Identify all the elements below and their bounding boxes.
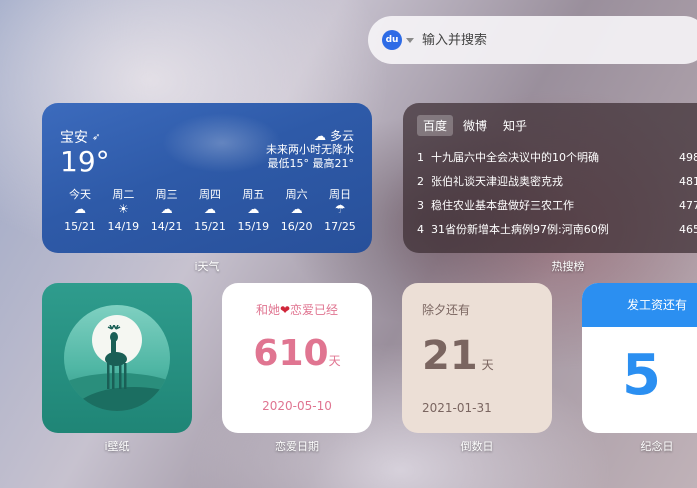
countdown-days-unit: 天 (481, 358, 494, 372)
countdown-days-number: 21 (422, 333, 478, 379)
heart-icon: ❤ (279, 303, 291, 317)
forecast-day: 周日 ☂ 17/25 (320, 186, 360, 238)
day-range: 15/19 (237, 220, 270, 233)
weather-card[interactable]: 宝安 ➶ 19° ☁ 多云 未来两小时无降水 最低15° 最高21° 今天 ☁ … (42, 103, 372, 253)
tab-baidu[interactable]: 百度 (417, 115, 454, 136)
hot-search-tabs: 百度 微博 知乎 (417, 115, 533, 136)
love-title-left: 和她 (255, 303, 280, 317)
moon-deer-illustration (64, 305, 170, 411)
wallpaper-card-label: i壁纸 (104, 440, 130, 453)
day-name: 周五 (242, 188, 265, 201)
forecast-day: 周五 ☁ 15/19 (233, 186, 273, 238)
countdown-target-date: 2021-01-31 (422, 401, 492, 415)
hot-title[interactable]: 稳住农业基本盘做好三农工作 (431, 197, 679, 213)
hot-search-list: 1 十九届六中全会决议中的10个明确 498.3 2 张伯礼谈天津迎战奥密克戎 … (417, 145, 697, 241)
hot-count: 498.3 (679, 150, 697, 164)
hot-search-card-label: 热搜榜 (551, 260, 585, 273)
hot-search-item[interactable]: 4 31省份新增本土病例97例:河南60例 465.8 (417, 217, 697, 241)
forecast-day: 周四 ☁ 15/21 (190, 186, 230, 238)
hot-title[interactable]: 十九届六中全会决议中的10个明确 (431, 149, 679, 165)
love-card-label: 恋爱日期 (275, 440, 319, 453)
payday-card-label: 纪念日 (640, 440, 674, 453)
wallpaper-card[interactable] (42, 283, 192, 433)
hot-search-item[interactable]: 3 稳住农业基本盘做好三农工作 477.5 (417, 193, 697, 217)
day-name: 周六 (285, 188, 308, 201)
deer-icon (105, 325, 127, 389)
hot-title[interactable]: 张伯礼谈天津迎战奥密克戎 (431, 173, 679, 189)
countdown-card-label: 倒数日 (460, 440, 494, 453)
location-arrow-icon: ➶ (92, 131, 101, 143)
forecast-day: 周二 ☀ 14/19 (103, 186, 143, 238)
love-start-date: 2020-05-10 (262, 399, 332, 413)
love-days-unit: 天 (328, 354, 341, 368)
hot-search-item[interactable]: 1 十九届六中全会决议中的10个明确 498.3 (417, 145, 697, 169)
hot-rank: 4 (417, 222, 424, 236)
hot-count: 481.2 (679, 174, 697, 188)
countdown-days-count: 21 天 (422, 333, 494, 379)
day-range: 15/21 (64, 220, 96, 233)
day-name: 周三 (155, 188, 178, 201)
forecast-day: 周六 ☁ 16/20 (277, 186, 317, 238)
day-name: 周二 (112, 188, 135, 201)
day-range: 15/21 (194, 220, 226, 233)
love-title-right: 恋爱已经 (290, 303, 339, 317)
baidu-logo-icon[interactable]: du (382, 30, 402, 50)
cloud-icon: ☁ (160, 202, 173, 216)
search-input[interactable] (422, 32, 662, 48)
hot-count: 477.5 (679, 198, 697, 212)
love-days-card[interactable]: 和她❤恋爱已经 610天 2020-05-10 (222, 283, 372, 433)
day-range: 17/25 (324, 220, 356, 233)
love-days-number: 610 (253, 333, 329, 374)
current-temperature: 19° (60, 145, 110, 178)
love-title: 和她❤恋爱已经 (222, 301, 372, 318)
hot-title[interactable]: 31省份新增本土病例97例:河南60例 (431, 221, 679, 237)
cloud-icon: ☁ (74, 202, 86, 216)
payday-days-number: 5 (622, 343, 661, 408)
day-name: 周日 (328, 188, 351, 201)
payday-title: 发工资还有 (582, 283, 697, 327)
sun-icon: ☀ (117, 202, 129, 216)
forecast-day: 今天 ☁ 15/21 (60, 186, 100, 238)
forecast-text: 未来两小时无降水 (266, 143, 354, 156)
weather-summary: 未来两小时无降水 最低15° 最高21° (266, 143, 354, 171)
city-name: 宝安 (60, 130, 88, 146)
condition-text: 多云 (329, 129, 354, 143)
weather-condition: ☁ 多云 (314, 127, 354, 144)
hot-rank: 1 (417, 150, 424, 164)
payday-card[interactable]: 发工资还有 5 (582, 283, 697, 433)
hot-rank: 3 (417, 198, 424, 212)
day-range: 16/20 (280, 220, 313, 233)
tab-weibo[interactable]: 微博 (457, 115, 493, 136)
cloud-icon: ☁ (313, 128, 326, 143)
love-days-count: 610天 (222, 333, 372, 374)
day-name: 今天 (69, 188, 91, 201)
temperature-range: 最低15° 最高21° (267, 157, 355, 170)
countdown-title: 除夕还有 (422, 303, 471, 317)
hot-count: 465.8 (679, 222, 697, 236)
cloud-icon: ☁ (247, 202, 260, 216)
hot-search-card: 百度 微博 知乎 1 十九届六中全会决议中的10个明确 498.3 2 张伯礼谈… (403, 103, 697, 253)
cloud-decoration (162, 113, 282, 173)
cloud-icon: ☁ (203, 202, 216, 216)
engine-dropdown-chevron-icon[interactable] (406, 37, 414, 43)
day-range: 14/21 (150, 220, 183, 233)
tab-zhihu[interactable]: 知乎 (497, 115, 533, 136)
weather-location: 宝安 ➶ (60, 127, 100, 147)
weather-forecast: 今天 ☁ 15/21 周二 ☀ 14/19 周三 ☁ 14/21 周四 ☁ 15… (60, 186, 360, 238)
forecast-day: 周三 ☁ 14/21 (147, 186, 187, 238)
countdown-card[interactable]: 除夕还有 21 天 2021-01-31 (402, 283, 552, 433)
search-bar[interactable]: du (368, 16, 697, 64)
day-name: 周四 (198, 188, 221, 201)
weather-card-label: i天气 (194, 260, 220, 273)
rain-icon: ☂ (334, 202, 346, 216)
day-range: 14/19 (107, 220, 140, 233)
hot-rank: 2 (417, 174, 424, 188)
hot-search-item[interactable]: 2 张伯礼谈天津迎战奥密克戎 481.2 (417, 169, 697, 193)
cloud-icon: ☁ (290, 202, 303, 216)
